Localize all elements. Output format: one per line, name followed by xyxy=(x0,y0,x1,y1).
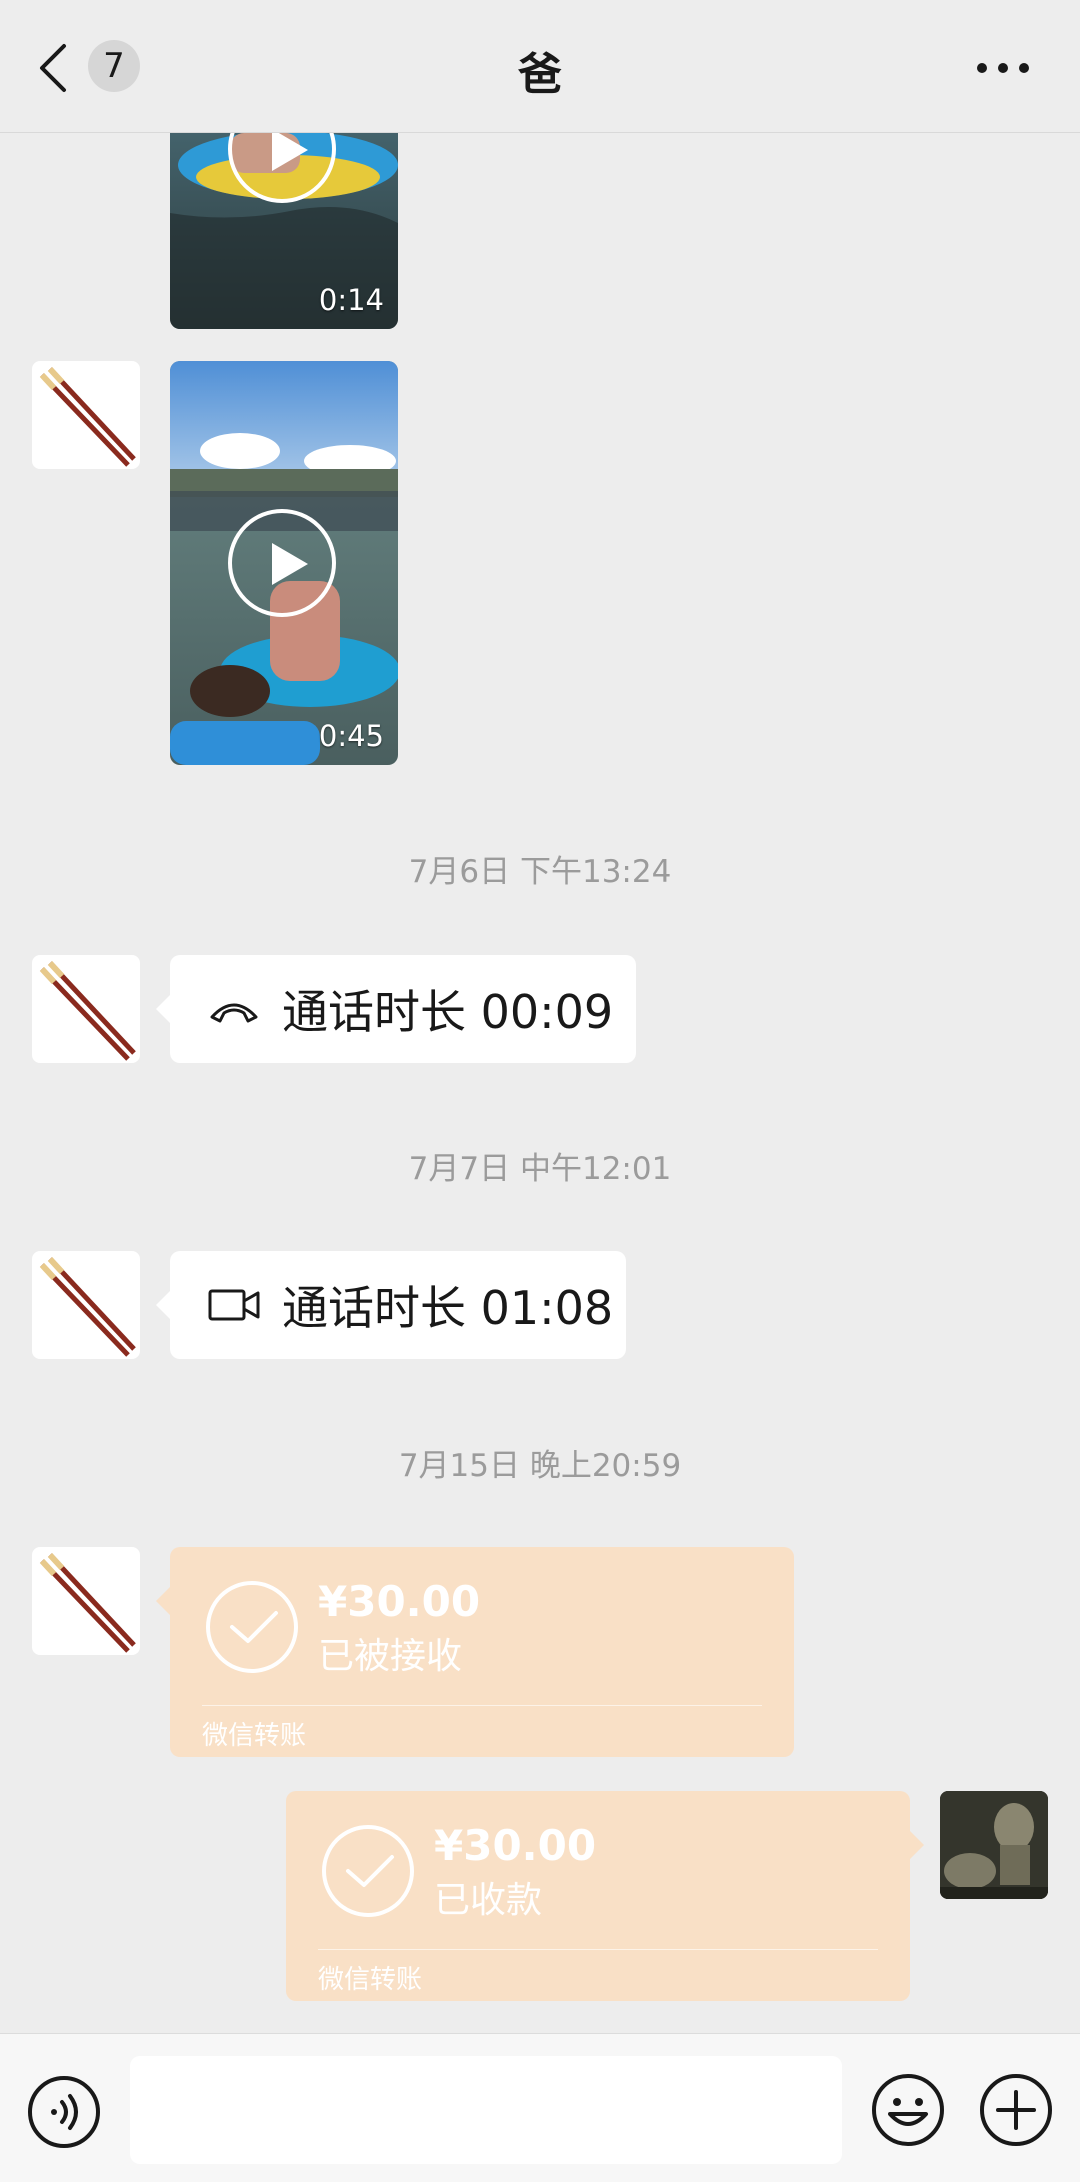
transfer-amount: ¥30.00 xyxy=(318,1577,481,1626)
video-call-message[interactable]: 通话时长 01:08 xyxy=(156,1251,626,1359)
chat-header: 7 爸 xyxy=(0,0,1080,133)
timestamp: 7月7日 中午12:01 xyxy=(408,1151,672,1187)
voice-input-icon[interactable] xyxy=(26,2074,102,2150)
video-duration: 0:45 xyxy=(318,719,384,753)
user-avatar[interactable] xyxy=(940,1791,1048,1899)
voice-call-message[interactable]: 通话时长 00:09 xyxy=(156,955,636,1063)
check-circle-icon xyxy=(322,1825,414,1917)
message-list[interactable]: 0:14 0:45 7月6日 下午13:24 通话时长 00:09 7月7日 中… xyxy=(0,133,1080,2033)
video-duration: 0:14 xyxy=(318,283,384,317)
transfer-message[interactable]: ¥30.00 已被接收 微信转账 xyxy=(156,1547,794,1757)
timestamp: 7月6日 下午13:24 xyxy=(408,854,672,890)
message-input[interactable] xyxy=(130,2056,842,2164)
transfer-status: 已收款 xyxy=(434,1880,543,1921)
call-duration-text: 通话时长 00:09 xyxy=(282,985,614,1039)
phone-hangup-icon xyxy=(210,1003,258,1023)
chopsticks-icon xyxy=(39,366,136,467)
emoji-icon[interactable] xyxy=(870,2072,946,2148)
contact-avatar[interactable] xyxy=(32,955,140,1063)
more-options-icon[interactable] xyxy=(976,48,1030,88)
call-duration-text: 通话时长 01:08 xyxy=(282,1281,614,1335)
chopsticks-icon xyxy=(39,1552,136,1653)
chopsticks-icon xyxy=(39,1256,136,1357)
input-bar xyxy=(0,2033,1080,2182)
video-camera-icon xyxy=(208,1289,260,1321)
contact-avatar[interactable] xyxy=(32,361,140,469)
transfer-message[interactable]: ¥30.00 已收款 微信转账 xyxy=(286,1791,924,2001)
contact-avatar[interactable] xyxy=(32,1251,140,1359)
statue-photo-image xyxy=(940,1791,1048,1899)
video-message[interactable]: 0:45 xyxy=(170,361,398,765)
transfer-amount: ¥30.00 xyxy=(434,1821,597,1870)
contact-avatar[interactable] xyxy=(32,1547,140,1655)
transfer-status: 已被接收 xyxy=(318,1636,463,1677)
transfer-footer: 微信转账 xyxy=(318,1965,423,1995)
transfer-footer: 微信转账 xyxy=(202,1721,307,1751)
chat-title: 爸 xyxy=(518,49,562,100)
plus-icon[interactable] xyxy=(978,2072,1054,2148)
video-message[interactable]: 0:14 xyxy=(170,133,398,329)
divider xyxy=(318,1949,878,1950)
chopsticks-icon xyxy=(39,960,136,1061)
timestamp: 7月15日 晚上20:59 xyxy=(398,1448,682,1484)
divider xyxy=(202,1705,762,1706)
play-icon[interactable] xyxy=(228,509,336,617)
check-circle-icon xyxy=(206,1581,298,1673)
